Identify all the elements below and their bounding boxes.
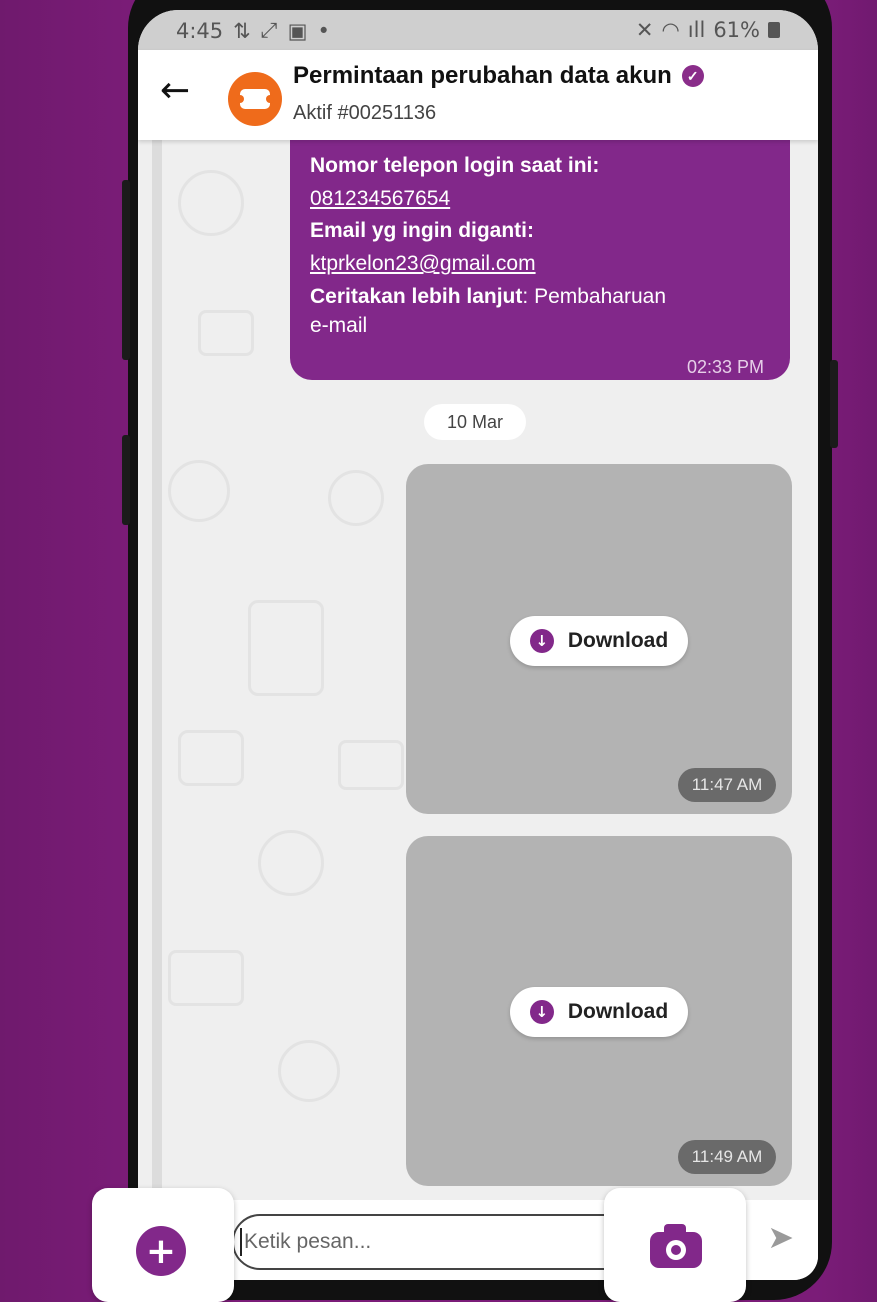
message-details-line: Ceritakan lebih lanjut: Pembaharuan [310,285,666,309]
message-label-email: Email yg ingin diganti: [310,219,535,242]
plus-icon: + [136,1226,186,1276]
chat-header: ← Permintaan perubahan data akun ✓ Aktif… [138,50,818,140]
gallery-icon: ▣ [287,18,308,43]
message-detail-value: Pembaharuan [528,285,666,308]
notification-dot-icon: • [317,18,330,43]
arrow-left-icon[interactable]: ← [160,70,190,111]
phone-side-button [122,180,130,360]
phone-screen: 4:45 ⇅ ⤢ ▣ • ✕ ◠ ıll 61% ← Permintaan pe… [138,10,818,1280]
message-list[interactable]: Nomor telepon login saat ini: 0812345676… [138,140,818,1200]
download-button[interactable]: ↓ Download [510,616,688,666]
signal-icon: ıll [687,18,706,42]
doodle-icon [248,600,324,696]
camera-lens [666,1240,686,1260]
email-link[interactable]: ktprkelon23@gmail.com [310,252,536,276]
message-time: 02:33 PM [686,357,764,377]
sync-icon: ⤢ [260,18,278,42]
background-left [0,0,140,1302]
doodle-icon [338,740,404,790]
download-label: Download [567,629,669,652]
page-title: Permintaan perubahan data akun ✓ [293,62,704,90]
message-input[interactable]: Ketik pesan... [232,1214,652,1270]
image-attachment[interactable]: ↓ Download 11:47 AM [406,464,792,814]
doodle-icon [178,730,244,786]
outgoing-message: Nomor telepon login saat ini: 0812345676… [290,140,790,380]
download-label: Download [567,1000,669,1023]
status-time: 4:45 [176,18,224,43]
mute-icon: ✕ [635,18,654,42]
send-icon[interactable]: ➤ [767,1218,794,1256]
doodle-icon [178,170,244,236]
download-icon: ↓ [529,1000,554,1024]
battery-icon [768,22,780,38]
camera-icon [650,1232,702,1268]
attachment-time: 11:49 AM [678,1140,776,1174]
download-icon: ↓ [529,629,554,653]
doodle-icon [328,470,384,526]
doodle-icon [278,1040,340,1102]
data-transfer-icon: ⇅ [233,18,251,43]
date-divider: 10 Mar [424,404,526,440]
add-attachment-button[interactable]: + [92,1188,234,1302]
ticket-icon [236,89,274,109]
status-bar: 4:45 ⇅ ⤢ ▣ • ✕ ◠ ıll 61% [138,10,818,50]
doodle-icon [168,460,230,522]
message-detail-value-cont: e-mail [310,314,368,337]
message-label-more: Ceritakan lebih lanjut [310,285,523,308]
verified-badge-icon: ✓ [681,65,704,87]
doodle-icon [168,950,244,1006]
phone-power-button [830,360,838,448]
doodle-icon [198,310,254,356]
chat-subtitle: Aktif #00251136 [293,102,437,124]
chat-title: Permintaan perubahan data akun [293,62,672,89]
attachment-time: 11:47 AM [678,768,776,802]
chat-edge [152,140,162,1200]
download-button[interactable]: ↓ Download [510,987,688,1037]
message-label-phone: Nomor telepon login saat ini: [310,154,600,177]
image-attachment[interactable]: ↓ Download 11:49 AM [406,836,792,1186]
phone-number-link[interactable]: 081234567654 [310,187,450,211]
camera-button[interactable] [604,1188,746,1302]
doodle-icon [258,830,324,896]
battery-level: 61% [713,18,760,42]
text-caret [240,1228,242,1256]
message-input-placeholder: Ketik pesan... [244,1230,372,1253]
wifi-icon: ◠ [661,18,680,42]
avatar[interactable] [228,72,282,126]
phone-side-button [122,435,130,525]
